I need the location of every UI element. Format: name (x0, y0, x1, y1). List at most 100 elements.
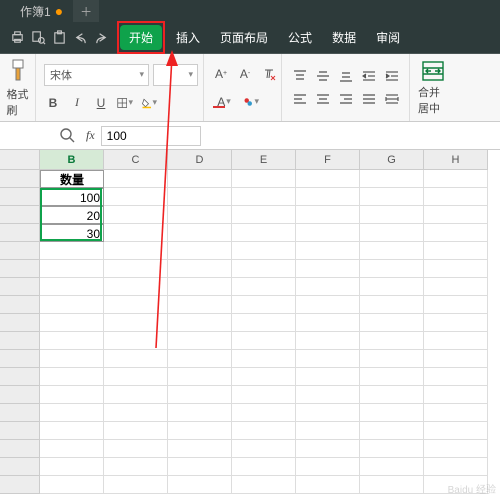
cell[interactable] (232, 224, 296, 242)
print-icon[interactable] (10, 30, 25, 45)
col-header-F[interactable]: F (296, 150, 360, 170)
col-header-E[interactable]: E (232, 150, 296, 170)
cell[interactable] (232, 350, 296, 368)
cell[interactable] (296, 170, 360, 188)
cell[interactable] (40, 332, 104, 350)
decrease-indent-button[interactable] (360, 66, 378, 86)
cell[interactable] (296, 278, 360, 296)
cell[interactable]: 100 (40, 188, 104, 206)
tab-home[interactable]: 开始 (120, 25, 162, 50)
decrease-font-button[interactable]: A- (236, 65, 254, 83)
cell[interactable] (168, 188, 232, 206)
cell[interactable] (424, 242, 488, 260)
cell[interactable] (296, 206, 360, 224)
cell[interactable] (424, 386, 488, 404)
increase-indent-button[interactable] (383, 66, 401, 86)
cell[interactable] (104, 476, 168, 494)
cell[interactable] (40, 476, 104, 494)
document-tab[interactable]: 作簿1 ● (10, 3, 73, 20)
cell[interactable] (424, 206, 488, 224)
align-bottom-button[interactable] (337, 66, 355, 86)
cell[interactable] (232, 422, 296, 440)
cell[interactable] (104, 296, 168, 314)
cell[interactable] (424, 296, 488, 314)
cell[interactable] (296, 332, 360, 350)
cell[interactable] (232, 458, 296, 476)
cell[interactable] (104, 422, 168, 440)
cell[interactable] (168, 260, 232, 278)
cell[interactable] (296, 224, 360, 242)
cell[interactable] (360, 404, 424, 422)
cell[interactable] (424, 332, 488, 350)
cell[interactable] (232, 314, 296, 332)
cell[interactable] (360, 332, 424, 350)
cell[interactable] (424, 224, 488, 242)
cell[interactable] (40, 314, 104, 332)
cell[interactable] (424, 314, 488, 332)
cell[interactable] (296, 314, 360, 332)
cell[interactable] (104, 386, 168, 404)
cell[interactable] (104, 224, 168, 242)
cell[interactable]: 20 (40, 206, 104, 224)
cell[interactable] (424, 422, 488, 440)
cell[interactable] (360, 350, 424, 368)
cell[interactable] (168, 422, 232, 440)
cell[interactable] (424, 260, 488, 278)
font-name-combo[interactable]: 宋体 (44, 64, 149, 86)
cell[interactable] (168, 242, 232, 260)
cell[interactable] (296, 476, 360, 494)
cell[interactable] (296, 422, 360, 440)
align-right-button[interactable] (337, 89, 355, 109)
cell[interactable] (424, 440, 488, 458)
align-center-button[interactable] (314, 89, 332, 109)
cell[interactable] (168, 476, 232, 494)
tab-review[interactable]: 审阅 (367, 25, 409, 50)
spreadsheet-grid[interactable]: B C D E F G H 数量1002030 (0, 150, 500, 500)
cell[interactable] (168, 332, 232, 350)
col-header-D[interactable]: D (168, 150, 232, 170)
fill-color-button[interactable]: ▾ (140, 94, 158, 112)
border-button[interactable]: ▾ (116, 94, 134, 112)
clear-format-button[interactable] (260, 65, 278, 83)
cell[interactable] (168, 206, 232, 224)
cell[interactable] (104, 242, 168, 260)
cell[interactable] (40, 260, 104, 278)
distribute-button[interactable] (383, 89, 401, 109)
cell[interactable] (360, 386, 424, 404)
new-tab-button[interactable]: ＋ (73, 0, 99, 22)
cell[interactable] (360, 368, 424, 386)
cell[interactable] (104, 368, 168, 386)
cell[interactable] (360, 440, 424, 458)
cell[interactable] (40, 242, 104, 260)
cell[interactable] (40, 422, 104, 440)
cell[interactable] (104, 332, 168, 350)
cell[interactable] (296, 296, 360, 314)
cell[interactable] (168, 296, 232, 314)
font-effects-button[interactable]: ▾ (242, 93, 260, 111)
cell[interactable] (40, 296, 104, 314)
cell[interactable] (40, 458, 104, 476)
cell[interactable] (232, 296, 296, 314)
formula-input[interactable] (101, 126, 201, 146)
cell[interactable] (360, 170, 424, 188)
zoom-icon[interactable] (60, 128, 76, 144)
cell[interactable] (40, 404, 104, 422)
cell[interactable] (168, 458, 232, 476)
redo-icon[interactable] (94, 30, 109, 45)
cell[interactable] (104, 278, 168, 296)
tab-page-layout[interactable]: 页面布局 (211, 25, 277, 50)
cell[interactable] (296, 242, 360, 260)
cell[interactable] (360, 188, 424, 206)
cell[interactable] (104, 440, 168, 458)
col-header-G[interactable]: G (360, 150, 424, 170)
cell[interactable] (360, 206, 424, 224)
cell[interactable] (168, 368, 232, 386)
col-header-C[interactable]: C (104, 150, 168, 170)
cell[interactable]: 数量 (40, 170, 104, 188)
cell[interactable]: 30 (40, 224, 104, 242)
merge-center-button[interactable]: 合并居中 (418, 60, 448, 116)
select-all-corner[interactable] (0, 150, 40, 170)
undo-icon[interactable] (73, 30, 88, 45)
cell[interactable] (168, 170, 232, 188)
cell[interactable] (232, 170, 296, 188)
